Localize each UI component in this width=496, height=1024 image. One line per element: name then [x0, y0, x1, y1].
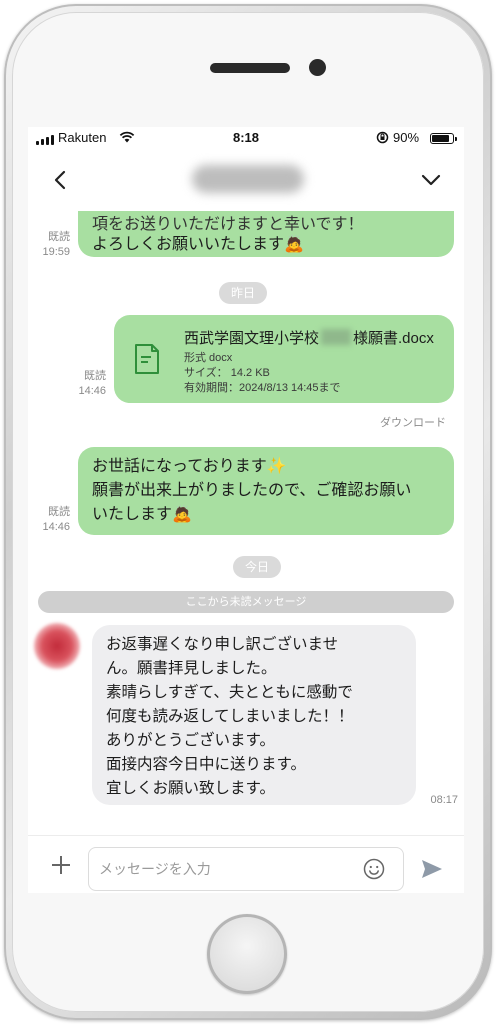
date-divider: 昨日 [219, 282, 268, 304]
read-status: 既読 [84, 370, 106, 382]
emoji-icon[interactable] [363, 858, 385, 880]
document-icon [135, 344, 159, 374]
message-time: 19:59 [42, 246, 70, 258]
sent-message-bubble[interactable]: 項をお送りいただけますと幸いです！ よろしくお願いいたします🙇 [78, 211, 454, 257]
message-text: いたします🙇 [92, 506, 192, 523]
rotation-lock-icon [376, 131, 389, 144]
chevron-down-icon[interactable] [418, 167, 444, 193]
message-text: よろしくお願いいたします🙇 [92, 236, 304, 253]
message-text: 項をお送りいただけますと幸いです！ [92, 216, 364, 233]
message-list[interactable]: 項をお送りいただけますと幸いです！ よろしくお願いいたします🙇 既読 19:59… [28, 211, 464, 835]
message-text: 素晴らしすぎて、夫とともに感動で [106, 684, 353, 701]
message-text: 何度も読み返してしまいました！！ [106, 708, 354, 725]
message-meta: 既読 19:59 [34, 230, 70, 260]
message-input[interactable] [88, 847, 404, 891]
back-chevron-icon[interactable] [48, 167, 74, 193]
message-text: ん。願書拝見しました。 [106, 660, 277, 677]
message-composer [28, 835, 464, 893]
received-message-bubble[interactable]: お返事遅くなり申し訳ございませ ん。願書拝見しました。 素晴らしすぎて、夫ととも… [92, 625, 416, 805]
send-icon[interactable] [420, 858, 444, 880]
battery-percent: 90% [393, 130, 420, 145]
file-format: 形式 docx [184, 352, 233, 364]
contact-name[interactable]: ■■■■■■■■ [192, 165, 304, 193]
message-time: 08:17 [430, 794, 458, 806]
download-link[interactable]: ダウンロード [380, 414, 446, 430]
bow-emoji-icon: 🙇 [284, 236, 304, 253]
front-camera [309, 59, 326, 76]
avatar[interactable] [34, 623, 80, 669]
file-expiry: 有効期間：2024/8/13 14:45まで [184, 382, 341, 394]
sparkles-emoji-icon: ✨ [266, 458, 287, 475]
plus-icon[interactable] [50, 854, 72, 876]
bow-emoji-icon: 🙇 [172, 506, 192, 523]
redacted-text [321, 329, 352, 345]
message-text: 願書が出来上がりましたので、ご確認お願い [92, 482, 412, 499]
message-time: 14:46 [78, 385, 106, 397]
message-text: 宜しくお願い致します。 [106, 780, 275, 797]
date-divider: 今日 [233, 556, 282, 578]
chat-header: ■■■■■■■■ [28, 149, 464, 211]
unread-divider: ここから未読メッセージ [38, 591, 454, 613]
message-meta: 既読 14:46 [34, 505, 70, 535]
file-size: サイズ： 14.2 KB [184, 367, 270, 379]
read-status: 既読 [48, 231, 70, 243]
read-status: 既読 [48, 506, 70, 518]
file-name: 西武学園文理小学校 様願書.docx [184, 329, 434, 347]
earpiece-speaker [210, 63, 290, 73]
sent-message-bubble[interactable]: お世話になっております✨ 願書が出来上がりましたので、ご確認お願い いたします🙇 [78, 447, 454, 535]
battery-icon [430, 133, 457, 144]
file-info: 形式 docx サイズ： 14.2 KB 有効期間：2024/8/13 14:4… [184, 351, 341, 396]
file-attachment-bubble[interactable]: 西武学園文理小学校 様願書.docx 形式 docx サイズ： 14.2 KB 有… [114, 315, 454, 403]
message-text: ありがとうございます。 [106, 732, 275, 749]
message-time: 14:46 [42, 521, 70, 533]
message-text: お返事遅くなり申し訳ございませ [106, 636, 339, 653]
message-meta: 既読 14:46 [70, 369, 106, 399]
message-text: お世話になっております✨ [92, 458, 287, 475]
status-bar: Rakuten 8:18 90% [28, 127, 464, 149]
message-text: 面接内容今日中に送ります。 [106, 756, 306, 773]
screen: Rakuten 8:18 90% ■■■■■■■■ 項をお送りいただけますと幸い… [28, 127, 464, 893]
home-button[interactable] [207, 914, 287, 994]
